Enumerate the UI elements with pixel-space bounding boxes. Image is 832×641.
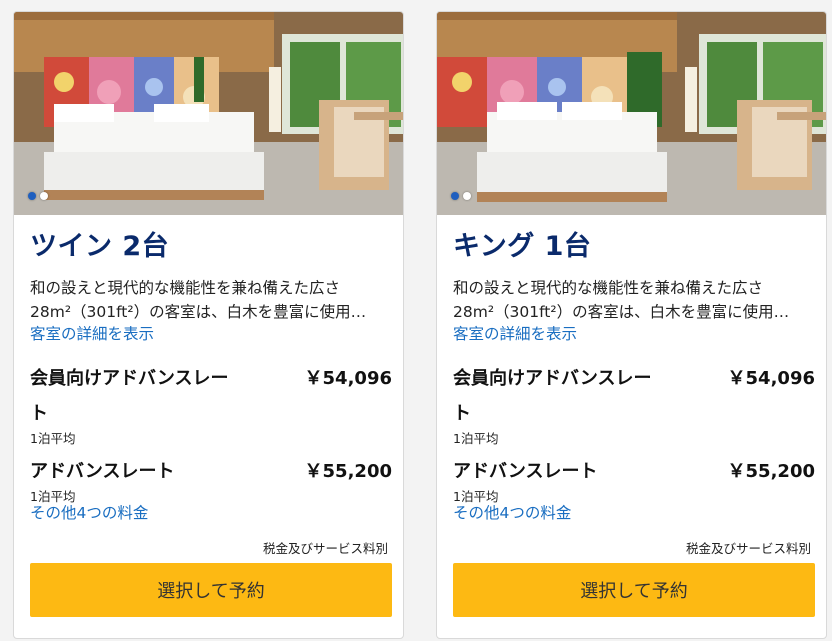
rate-name: 会員向けアドバンスレート xyxy=(453,368,652,424)
more-rates-link[interactable]: その他4つの料金 xyxy=(453,501,571,523)
select-and-book-button[interactable]: 選択して予約 xyxy=(30,563,392,617)
room-description: 和の設えと現代的な機能性を兼ね備えた広さ 28m²（301ft²）の客室は、白木… xyxy=(453,276,815,324)
room-description-line-1: 和の設えと現代的な機能性を兼ね備えた広さ xyxy=(30,279,341,297)
carousel-dots[interactable] xyxy=(28,192,48,200)
room-photo-image xyxy=(14,12,403,215)
carousel-dot[interactable] xyxy=(40,192,48,200)
carousel-dots[interactable] xyxy=(451,192,471,200)
room-photo-image xyxy=(437,12,826,215)
room-photo[interactable] xyxy=(14,12,403,215)
rate-note: 1泊平均 xyxy=(30,431,76,446)
rate-member-advance[interactable]: 会員向けアドバンスレート ￥54,096 1泊平均 xyxy=(453,361,815,447)
rate-advance[interactable]: アドバンスレート ￥55,200 1泊平均 xyxy=(30,454,392,505)
room-description-line-1: 和の設えと現代的な機能性を兼ね備えた広さ xyxy=(453,279,764,297)
room-card-king: キング 1台 和の設えと現代的な機能性を兼ね備えた広さ 28m²（301ft²）… xyxy=(436,11,827,639)
rate-name: 会員向けアドバンスレート xyxy=(30,368,229,424)
room-description-line-2: 28m²（301ft²）の客室は、白木を豊富に使用… xyxy=(453,303,790,321)
rate-price: ￥55,200 xyxy=(727,461,815,482)
rate-member-advance[interactable]: 会員向けアドバンスレート ￥54,096 1泊平均 xyxy=(30,361,392,447)
room-photo[interactable] xyxy=(437,12,826,215)
rate-name: アドバンスレート xyxy=(453,461,598,482)
rate-advance[interactable]: アドバンスレート ￥55,200 1泊平均 xyxy=(453,454,815,505)
room-card-twin: ツイン 2台 和の設えと現代的な機能性を兼ね備えた広さ 28m²（301ft²）… xyxy=(13,11,404,639)
rate-note: 1泊平均 xyxy=(453,431,499,446)
select-and-book-button[interactable]: 選択して予約 xyxy=(453,563,815,617)
rate-price: ￥55,200 xyxy=(304,461,392,482)
rate-price: ￥54,096 xyxy=(727,368,815,389)
carousel-dot[interactable] xyxy=(463,192,471,200)
tax-note: 税金及びサービス料別 xyxy=(262,541,388,556)
rate-price: ￥54,096 xyxy=(304,368,392,389)
room-title: キング 1台 xyxy=(453,231,592,262)
more-rates-link[interactable]: その他4つの料金 xyxy=(30,501,148,523)
room-description-line-2: 28m²（301ft²）の客室は、白木を豊富に使用… xyxy=(30,303,367,321)
room-description: 和の設えと現代的な機能性を兼ね備えた広さ 28m²（301ft²）の客室は、白木… xyxy=(30,276,392,324)
room-details-link[interactable]: 客室の詳細を表示 xyxy=(30,322,154,344)
carousel-dot-active[interactable] xyxy=(28,192,36,200)
carousel-dot-active[interactable] xyxy=(451,192,459,200)
tax-note: 税金及びサービス料別 xyxy=(685,541,811,556)
rate-name: アドバンスレート xyxy=(30,461,175,482)
room-details-link[interactable]: 客室の詳細を表示 xyxy=(453,322,577,344)
room-title: ツイン 2台 xyxy=(30,231,170,262)
